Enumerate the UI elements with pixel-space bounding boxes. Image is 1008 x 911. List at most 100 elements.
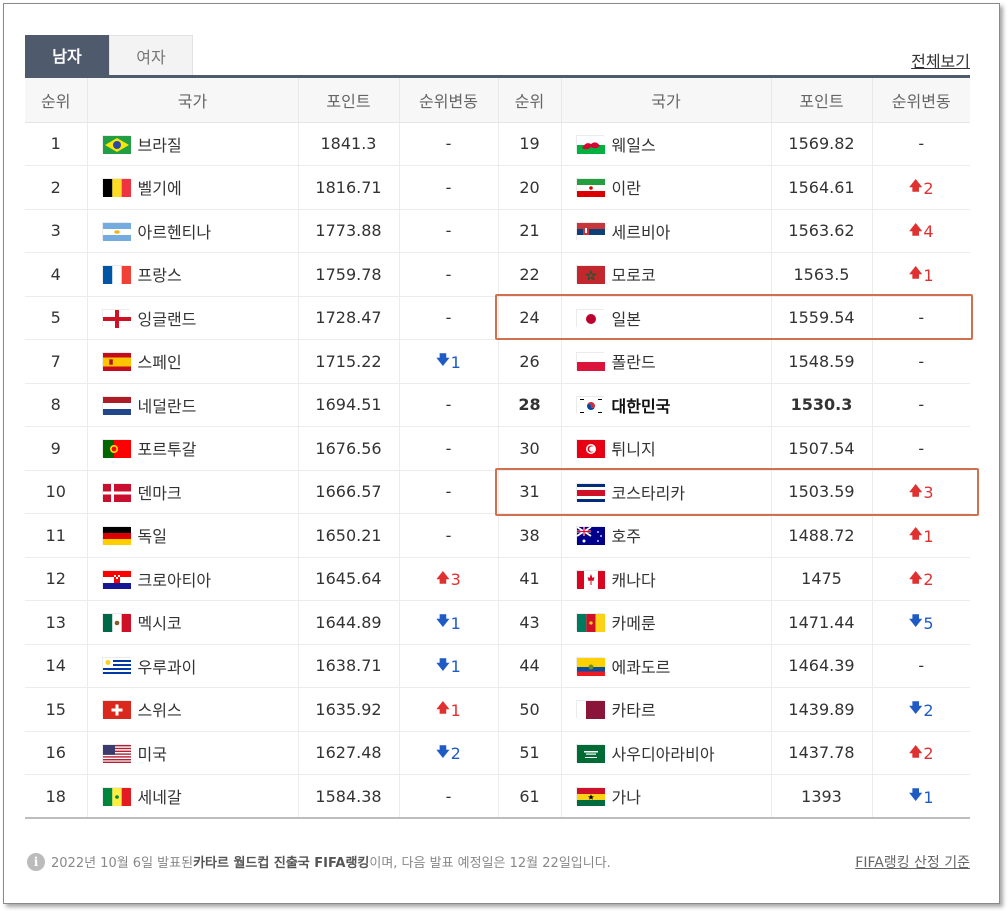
country-name[interactable]: 호주 [612,523,641,547]
country-cell[interactable]: 스페인 [86,339,298,384]
points-cell: 1507.54 [770,426,872,471]
change-cell: - [871,426,970,471]
country-name[interactable]: 세르비아 [612,219,671,243]
footer-note: i 2022년 10월 6일 발표된 카타르 월드컵 진출국 FIFA랭킹 이며… [27,852,611,871]
rank-change-none: - [445,177,452,197]
country-name[interactable]: 튀니지 [612,436,656,460]
country-cell[interactable]: 미국 [86,731,298,775]
country-cell[interactable]: 대한민국 [560,383,771,427]
country-name[interactable]: 카타르 [612,697,656,721]
country-name[interactable]: 사우디아라비아 [612,741,715,765]
points-cell: 1638.71 [297,644,399,688]
country-name[interactable]: 세네갈 [138,784,182,808]
change-cell: 🡇 1 [398,600,498,645]
rank-change-none: - [445,308,452,328]
country-name[interactable]: 대한민국 [612,393,671,417]
spain-flag-icon [101,352,131,372]
country-cell[interactable]: 독일 [86,513,298,558]
rank-cell: 38 [497,513,561,558]
country-cell[interactable]: 세르비아 [560,209,771,253]
rank-change-none: - [445,482,452,502]
points-cell: 1503.59 [770,470,872,514]
change-cell: - [398,774,498,819]
country-name[interactable]: 카메룬 [612,610,656,634]
qatar-flag-icon [575,700,605,720]
country-cell[interactable]: 프랑스 [86,252,298,297]
country-cell[interactable]: 튀니지 [560,426,771,471]
country-name[interactable]: 웨일스 [612,132,656,156]
country-name[interactable]: 덴마크 [138,480,182,504]
country-name[interactable]: 잉글랜드 [138,306,197,330]
country-cell[interactable]: 웨일스 [560,122,771,166]
country-cell[interactable]: 이란 [560,165,771,210]
tab-women[interactable]: 여자 [109,35,193,75]
argentina-flag-icon [101,221,131,241]
view-all-link[interactable]: 전체보기 [911,48,970,72]
country-name[interactable]: 코스타리카 [612,480,686,504]
country-cell[interactable]: 카메룬 [560,600,771,645]
country-name[interactable]: 포르투갈 [138,436,197,460]
country-cell[interactable]: 덴마크 [86,470,298,514]
country-cell[interactable]: 우루과이 [86,644,298,688]
country-cell[interactable]: 가나 [560,774,771,819]
country-name[interactable]: 이란 [612,175,641,199]
england-flag-icon [101,308,131,328]
change-cell: - [871,122,970,166]
col-header-points: 포인트 [770,78,872,123]
footer-bold: 카타르 월드컵 진출국 FIFA랭킹 [193,856,370,871]
country-cell[interactable]: 스위스 [86,687,298,732]
country-name[interactable]: 벨기에 [138,175,182,199]
country-name[interactable]: 가나 [612,784,641,808]
change-cell: - [398,165,498,210]
country-cell[interactable]: 세네갈 [86,774,298,819]
ranking-criteria-link[interactable]: FIFA랭킹 산정 기준 [855,852,970,872]
country-name[interactable]: 크로아티아 [138,567,212,591]
rank-cell: 8 [25,383,87,427]
country-name[interactable]: 일본 [612,306,641,330]
country-cell[interactable]: 잉글랜드 [86,296,298,340]
country-cell[interactable]: 멕시코 [86,600,298,645]
country-cell[interactable]: 포르투갈 [86,426,298,471]
tab-men[interactable]: 남자 [25,35,109,75]
country-name[interactable]: 우루과이 [138,654,197,678]
country-cell[interactable]: 브라질 [86,122,298,166]
country-cell[interactable]: 폴란드 [560,339,771,384]
country-cell[interactable]: 일본 [560,296,771,340]
country-name[interactable]: 프랑스 [138,262,182,286]
country-cell[interactable]: 코스타리카 [560,470,771,514]
change-cell: 🡅 3 [398,557,498,601]
country-cell[interactable]: 아르헨티나 [86,209,298,253]
country-cell[interactable]: 카타르 [560,687,771,732]
rank-change-none: - [445,438,452,458]
saudi-arabia-flag-icon [575,743,605,763]
country-cell[interactable]: 벨기에 [86,165,298,210]
country-cell[interactable]: 호주 [560,513,771,558]
country-cell[interactable]: 모로코 [560,252,771,297]
country-name[interactable]: 미국 [138,741,167,765]
table-row: 18 세네갈 1584.38 - 61 가나 1393 🡇 1 [25,774,970,819]
country-name[interactable]: 멕시코 [138,610,182,634]
country-cell[interactable]: 크로아티아 [86,557,298,601]
country-cell[interactable]: 캐나다 [560,557,771,601]
country-cell[interactable]: 에콰도르 [560,644,771,688]
change-cell: 🡅 4 [871,209,970,253]
country-name[interactable]: 에콰도르 [612,654,671,678]
change-cell: 🡅 2 [871,165,970,210]
arrow-up-icon: 🡅 [436,570,450,586]
country-name[interactable]: 모로코 [612,262,656,286]
country-cell[interactable]: 사우디아라비아 [560,731,771,775]
country-name[interactable]: 스페인 [138,349,182,373]
rank-cell: 14 [25,644,87,688]
rank-change-down: 🡇 2 [436,744,461,764]
country-name[interactable]: 브라질 [138,132,182,156]
rank-cell: 7 [25,339,87,384]
country-name[interactable]: 아르헨티나 [138,219,212,243]
rank-change-down: 🡇 1 [908,787,934,807]
country-cell[interactable]: 네덜란드 [86,383,298,427]
country-name[interactable]: 폴란드 [612,349,656,373]
country-name[interactable]: 스위스 [138,697,182,721]
change-cell: 🡅 3 [871,470,970,514]
country-name[interactable]: 캐나다 [612,567,656,591]
country-name[interactable]: 네덜란드 [138,393,197,417]
country-name[interactable]: 독일 [138,523,167,547]
